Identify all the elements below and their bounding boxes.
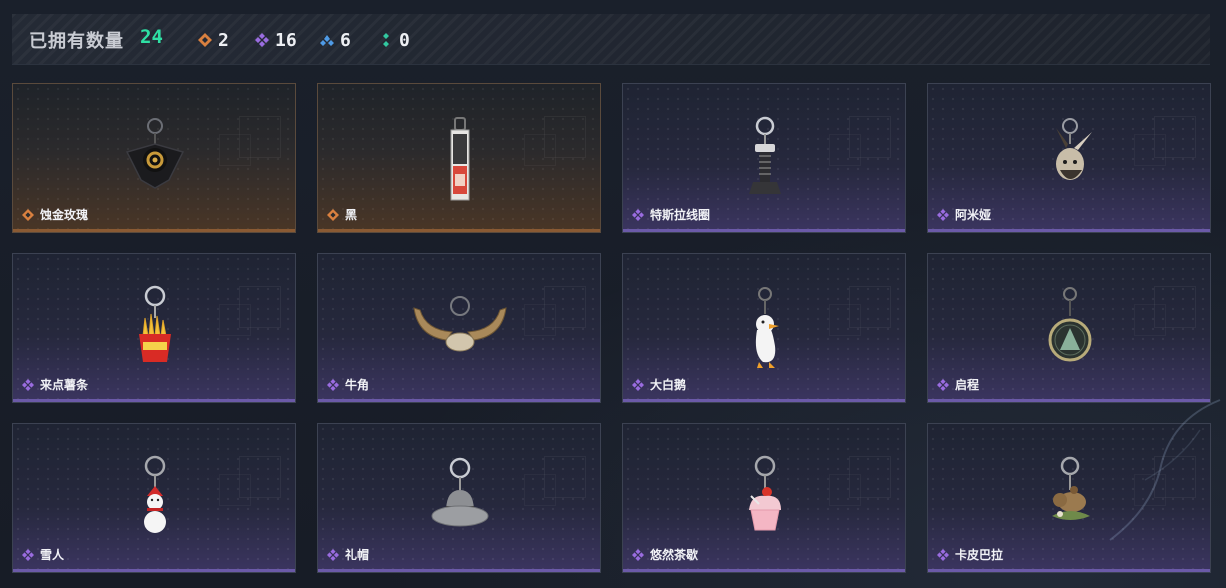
card-decoration — [219, 134, 251, 166]
purple-rarity-icon — [937, 378, 949, 391]
purple-rarity-icon — [22, 378, 34, 391]
charm-name-row: 特斯拉线圈 — [632, 206, 710, 223]
rarity-count-value: 0 — [399, 29, 410, 51]
card-decoration — [1134, 304, 1166, 336]
charm-name-row: 雪人 — [22, 546, 64, 563]
charm-card[interactable]: 悠然茶歇 — [622, 423, 906, 573]
charm-name: 蚀金玫瑰 — [40, 208, 89, 222]
charm-card[interactable]: 来点薯条 — [12, 253, 296, 403]
card-decoration — [829, 304, 861, 336]
purple-rarity-icon — [937, 208, 949, 221]
charm-card[interactable]: 礼帽 — [317, 423, 601, 573]
charm-name: 特斯拉线圈 — [650, 208, 711, 222]
purple-rarity-icon — [327, 378, 339, 391]
rarity-count-green: 0 — [379, 28, 410, 52]
rarity-count-value: 6 — [340, 29, 351, 51]
rarity-count-value: 16 — [275, 29, 297, 51]
charm-card[interactable]: 启程 — [927, 253, 1211, 403]
card-decoration — [524, 134, 556, 166]
rarity-count-orange: 2 — [198, 28, 229, 52]
charm-name: 启程 — [955, 378, 980, 392]
cupcake-charm-icon — [749, 455, 781, 531]
charm-name: 悠然茶歇 — [650, 548, 699, 562]
charm-card[interactable]: 大白鹅 — [622, 253, 906, 403]
orange-rarity-icon — [327, 208, 339, 221]
purple-rarity-icon — [327, 548, 339, 561]
black-rose-charm-icon — [125, 118, 185, 189]
charm-card[interactable]: 雪人 — [12, 423, 296, 573]
hat-charm-icon — [431, 457, 489, 527]
charm-name-row: 阿米娅 — [937, 206, 991, 223]
snowman-charm-icon — [144, 455, 166, 533]
charm-name-row: 卡皮巴拉 — [937, 546, 1003, 563]
white-goose-charm-icon — [755, 287, 779, 368]
charm-name: 来点薯条 — [40, 378, 89, 392]
charm-name: 雪人 — [40, 548, 65, 562]
charm-name-row: 来点薯条 — [22, 376, 88, 393]
charm-card[interactable]: 特斯拉线圈 — [622, 83, 906, 233]
purple-rarity-icon — [22, 548, 34, 561]
charm-name-row: 大白鹅 — [632, 376, 686, 393]
purple-rarity-icon — [937, 548, 949, 561]
green-rarity-icon — [383, 33, 389, 47]
purple-rarity-icon — [632, 208, 644, 221]
owned-count-total: 24 — [140, 26, 163, 48]
fries-charm-icon — [139, 285, 171, 362]
black-photo-tag-charm-icon — [450, 117, 470, 201]
charm-card[interactable]: 阿米娅 — [927, 83, 1211, 233]
purple-rarity-icon — [632, 378, 644, 391]
rarity-count-blue: 6 — [320, 28, 351, 52]
rarity-count-purple: 16 — [255, 28, 297, 52]
blue-rarity-icon — [320, 35, 334, 46]
card-decoration — [1134, 134, 1166, 166]
charm-name-row: 黑 — [327, 206, 357, 223]
charm-card[interactable]: 卡皮巴拉 — [927, 423, 1211, 573]
amiya-charm-icon — [1056, 118, 1092, 180]
charm-name: 黑 — [345, 208, 358, 222]
charm-name: 阿米娅 — [955, 208, 992, 222]
charm-name-row: 牛角 — [327, 376, 369, 393]
purple-rarity-icon — [255, 33, 269, 47]
charm-name-row: 礼帽 — [327, 546, 369, 563]
orange-rarity-icon — [198, 33, 212, 47]
card-decoration — [219, 474, 251, 506]
charm-name: 牛角 — [345, 378, 370, 392]
bull-horns-charm-icon — [413, 296, 507, 352]
departure-medal-charm-icon — [1048, 287, 1092, 362]
rarity-count-value: 2 — [218, 29, 229, 51]
charm-card[interactable]: 牛角 — [317, 253, 601, 403]
card-decoration — [1134, 474, 1166, 506]
card-decoration — [219, 304, 251, 336]
charm-name-row: 悠然茶歇 — [632, 546, 698, 563]
owned-summary-bar: 已拥有数量 24 2 16 6 0 — [12, 14, 1210, 65]
charm-collection-panel: 已拥有数量 24 2 16 6 0 蚀金玫瑰 黑 特斯拉线圈 阿米娅 来点薯条 … — [0, 0, 1226, 588]
charm-card[interactable]: 黑 — [317, 83, 601, 233]
card-decoration — [829, 134, 861, 166]
charm-name-row: 启程 — [937, 376, 979, 393]
card-decoration — [829, 474, 861, 506]
charm-name: 礼帽 — [345, 548, 370, 562]
charm-card[interactable]: 蚀金玫瑰 — [12, 83, 296, 233]
charm-grid: 蚀金玫瑰 黑 特斯拉线圈 阿米娅 来点薯条 牛角 大白鹅 启程 雪人 礼帽 悠然… — [12, 83, 1211, 573]
orange-rarity-icon — [22, 208, 34, 221]
card-decoration — [524, 474, 556, 506]
charm-name-row: 蚀金玫瑰 — [22, 206, 88, 223]
capybara-charm-icon — [1052, 456, 1090, 520]
charm-name: 卡皮巴拉 — [955, 548, 1004, 562]
charm-name: 大白鹅 — [650, 378, 687, 392]
tesla-coil-charm-icon — [749, 116, 781, 194]
owned-count-label: 已拥有数量 — [29, 31, 124, 52]
purple-rarity-icon — [632, 548, 644, 561]
